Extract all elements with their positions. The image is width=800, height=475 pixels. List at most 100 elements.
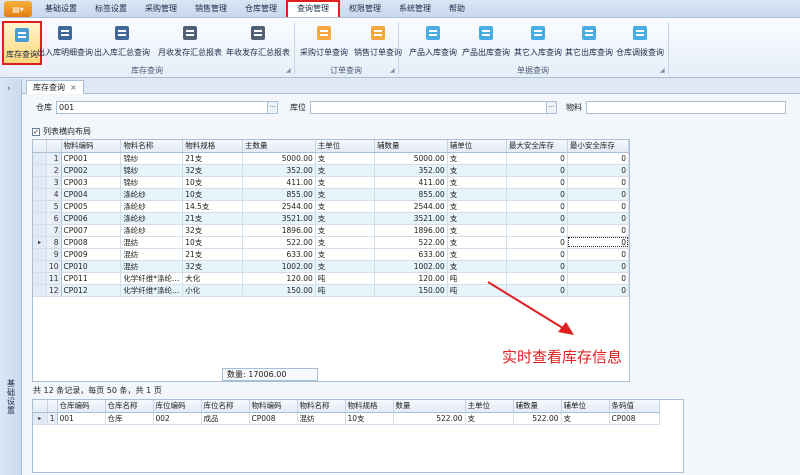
row-number[interactable]: 3 [46, 176, 62, 189]
detail-col-header[interactable]: 库位编码 [153, 400, 202, 413]
detail-col-header[interactable]: 库位名称 [201, 400, 250, 413]
ribbon-button-9[interactable]: 其它入库查询 [512, 21, 564, 65]
detail-col-header[interactable]: 仓库编码 [57, 400, 106, 413]
table-row[interactable]: 4 CP004 涤纶纱 10支 855.00 支 855.00 支 0 0 [33, 188, 629, 201]
table-cell[interactable]: CP010 [61, 260, 122, 273]
row-number[interactable]: 1 [46, 152, 62, 165]
location-picker-button[interactable]: ··· [547, 100, 557, 114]
table-row[interactable]: 3 CP003 锦纱 10支 411.00 支 411.00 支 0 0 [33, 176, 629, 189]
row-number[interactable]: 10 [46, 260, 62, 273]
table-cell[interactable]: 10支 [182, 188, 244, 201]
table-cell[interactable]: 仓库 [105, 412, 154, 425]
table-row[interactable]: 6 CP006 涤纶纱 21支 3521.00 支 3521.00 支 0 0 [33, 212, 629, 225]
table-row[interactable]: 10 CP010 混纺 32支 1002.00 支 1002.00 支 0 0 [33, 260, 629, 273]
stock-col-header[interactable]: 物料编码 [61, 140, 122, 153]
stock-col-header[interactable]: 物料规格 [182, 140, 244, 153]
warehouse-picker-button[interactable]: ··· [268, 100, 278, 114]
table-cell[interactable]: 10支 [182, 176, 244, 189]
table-cell[interactable]: CP007 [61, 224, 122, 237]
ribbon-button-0[interactable]: 库存查询 [2, 21, 42, 65]
warehouse-input[interactable]: 001 [56, 100, 268, 114]
table-cell[interactable]: 10支 [182, 236, 244, 249]
menu-item-1[interactable]: 标签设置 [86, 0, 136, 17]
table-cell[interactable]: 支 [447, 176, 507, 189]
detail-col-header[interactable]: 主单位 [465, 400, 514, 413]
table-cell[interactable]: 锦纱 [120, 176, 184, 189]
detail-col-header[interactable]: 仓库名称 [105, 400, 154, 413]
ribbon-button-2[interactable]: 出入库汇总查询 [88, 21, 156, 65]
table-cell[interactable]: 0 [567, 248, 629, 261]
row-number[interactable]: 11 [46, 272, 62, 285]
row-number[interactable]: 1 [47, 412, 58, 425]
table-cell[interactable]: CP011 [61, 272, 122, 285]
table-cell[interactable]: 001 [57, 412, 106, 425]
table-cell[interactable]: 411.00 [374, 176, 448, 189]
table-cell[interactable]: 支 [447, 248, 507, 261]
ribbon-button-4[interactable]: 年收发存汇总报表 [224, 21, 292, 65]
table-cell[interactable]: 0 [506, 188, 568, 201]
table-cell[interactable]: 3521.00 [242, 212, 316, 225]
table-cell[interactable]: 支 [447, 164, 507, 177]
stock-col-header[interactable]: 辅数量 [374, 140, 448, 153]
table-cell[interactable]: 成品 [201, 412, 250, 425]
table-cell[interactable]: 混纺 [120, 236, 184, 249]
ribbon-button-5[interactable]: 采购订单查询 [298, 21, 350, 65]
table-cell[interactable]: 涤纶纱 [120, 188, 184, 201]
table-cell[interactable]: 3521.00 [374, 212, 448, 225]
detail-col-header[interactable]: 辅单位 [561, 400, 610, 413]
table-cell[interactable]: 支 [315, 176, 375, 189]
table-cell[interactable]: 0 [567, 212, 629, 225]
table-cell[interactable]: 0 [506, 200, 568, 213]
ribbon-button-11[interactable]: 仓库调拨查询 [614, 21, 666, 65]
group-dialog-launcher-icon[interactable]: ◢ [660, 67, 665, 74]
table-cell[interactable]: 0 [567, 164, 629, 177]
table-cell[interactable]: 5000.00 [374, 152, 448, 165]
table-cell[interactable]: 522.00 [393, 412, 466, 425]
menu-item-4[interactable]: 仓库管理 [236, 0, 286, 17]
table-cell[interactable]: 大化 [182, 272, 244, 285]
table-cell[interactable]: 150.00 [242, 284, 316, 297]
table-cell[interactable]: 吨 [315, 284, 375, 297]
table-cell[interactable]: 0 [506, 152, 568, 165]
table-cell[interactable]: 522.00 [513, 412, 562, 425]
row-number[interactable]: 7 [46, 224, 62, 237]
table-cell[interactable]: 120.00 [242, 272, 316, 285]
table-cell[interactable]: 0 [567, 188, 629, 201]
row-number[interactable]: 2 [46, 164, 62, 177]
stock-col-header[interactable]: 辅单位 [447, 140, 507, 153]
table-cell[interactable]: 化学纤维*涤纶... [120, 284, 184, 297]
table-cell[interactable]: 支 [447, 260, 507, 273]
stock-col-header[interactable]: 主数量 [242, 140, 316, 153]
table-cell[interactable]: 1002.00 [242, 260, 316, 273]
table-cell[interactable]: 522.00 [374, 236, 448, 249]
table-cell[interactable]: 21支 [182, 152, 244, 165]
stock-col-header[interactable]: 最大安全库存 [506, 140, 568, 153]
table-cell[interactable]: CP008 [249, 412, 298, 425]
table-cell[interactable]: 120.00 [374, 272, 448, 285]
table-cell[interactable]: 涤纶纱 [120, 212, 184, 225]
table-cell[interactable]: 0 [506, 260, 568, 273]
table-cell[interactable]: 14.5支 [182, 200, 244, 213]
table-cell[interactable]: CP008 [609, 412, 660, 425]
table-cell[interactable]: CP008 [61, 236, 122, 249]
table-cell[interactable]: 支 [447, 236, 507, 249]
row-number[interactable]: 4 [46, 188, 62, 201]
group-dialog-launcher-icon[interactable]: ◢ [286, 67, 291, 74]
ribbon-button-10[interactable]: 其它出库查询 [564, 21, 614, 65]
table-cell[interactable]: 支 [315, 164, 375, 177]
table-cell[interactable]: 855.00 [242, 188, 316, 201]
table-cell[interactable]: 150.00 [374, 284, 448, 297]
row-number[interactable]: 6 [46, 212, 62, 225]
table-cell[interactable]: CP001 [61, 152, 122, 165]
table-cell[interactable]: 0 [506, 224, 568, 237]
table-cell[interactable]: 混纺 [297, 412, 346, 425]
table-cell[interactable]: 支 [465, 412, 514, 425]
table-cell[interactable]: 522.00 [242, 236, 316, 249]
menu-item-8[interactable]: 帮助 [440, 0, 474, 17]
stock-col-header[interactable]: 物料名称 [120, 140, 184, 153]
table-cell[interactable]: CP006 [61, 212, 122, 225]
table-cell[interactable]: 0 [506, 236, 568, 249]
table-cell[interactable]: 支 [447, 188, 507, 201]
detail-col-header[interactable]: 物料编码 [249, 400, 298, 413]
tab-stock-query[interactable]: 库存查询 × [26, 80, 84, 94]
